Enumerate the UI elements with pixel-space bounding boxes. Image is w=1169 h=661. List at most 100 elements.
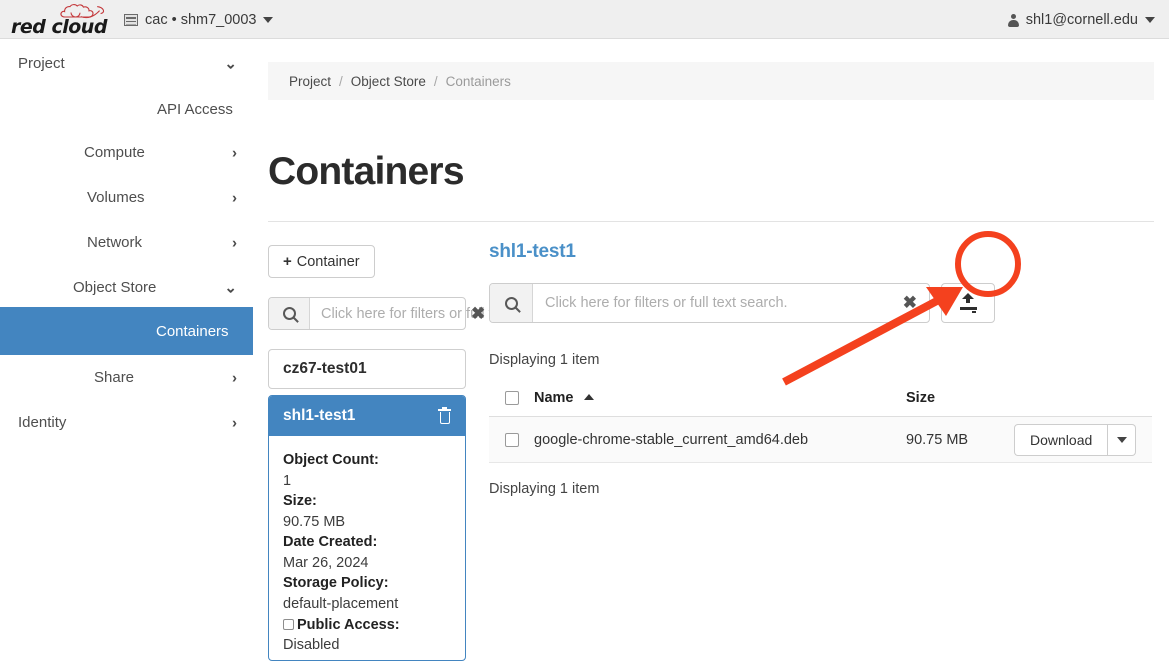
container-filter-search[interactable]: Click here for filters or full text sear…: [268, 297, 564, 330]
row-checkbox[interactable]: [505, 432, 519, 447]
chevron-down-icon: ⌄: [224, 55, 237, 72]
chevron-right-icon: ›: [232, 144, 237, 161]
breadcrumb-item-object-store[interactable]: Object Store: [351, 74, 426, 89]
search-icon: [504, 296, 518, 310]
project-selector[interactable]: cac • shm7_0003: [124, 10, 274, 30]
logo-wordmark: red cloud: [11, 16, 107, 38]
container-card[interactable]: cz67-test01: [268, 349, 466, 389]
sidebar-item-label: Compute: [84, 144, 145, 161]
download-dropdown-toggle[interactable]: [1108, 423, 1137, 456]
object-count-value: 1: [283, 472, 292, 489]
public-access-row: Public Access:: [283, 615, 451, 636]
sidebar-item-network[interactable]: Network ›: [0, 218, 253, 267]
red-cloud-logo[interactable]: red cloud: [9, 3, 109, 38]
sidebar-item-label: Identity: [18, 414, 67, 431]
date-created-label: Date Created:: [283, 534, 378, 551]
sidebar-navigation: Project ⌄ API Access Compute › Volumes ›…: [0, 39, 253, 652]
page-title: Containers: [268, 150, 465, 193]
sidebar-item-label: Containers: [156, 322, 229, 340]
container-card-name: shl1-test1: [283, 407, 356, 424]
sidebar-item-compute[interactable]: Compute ›: [0, 128, 253, 177]
container-card-name[interactable]: cz67-test01: [269, 350, 465, 388]
chevron-right-icon: ›: [232, 234, 237, 251]
column-header-size[interactable]: Size: [906, 390, 1014, 406]
sidebar-item-label: Volumes: [87, 189, 145, 206]
row-select-cell: [489, 432, 534, 447]
container-card-header[interactable]: shl1-test1: [269, 396, 465, 436]
date-created-value: Mar 26, 2024: [283, 554, 369, 571]
object-actions-cell: Download: [1014, 423, 1152, 456]
breadcrumb-item-project[interactable]: Project: [289, 74, 331, 89]
sidebar-item-label: Network: [87, 234, 143, 251]
add-container-label: Container: [296, 253, 360, 270]
public-access-checkbox[interactable]: [283, 618, 294, 630]
sidebar-item-containers[interactable]: Containers: [0, 307, 253, 355]
table-row[interactable]: google-chrome-stable_current_amd64.deb 9…: [489, 417, 1152, 463]
sidebar-item-volumes[interactable]: Volumes ›: [0, 173, 253, 222]
select-all-cell: [489, 390, 534, 405]
public-access-label: Public Access:: [297, 616, 400, 633]
breadcrumb-separator: /: [339, 73, 343, 89]
add-container-button[interactable]: + Container: [268, 245, 375, 278]
search-button[interactable]: [269, 298, 310, 329]
object-search-wrapper: Click here for filters or full text sear…: [489, 283, 1169, 323]
chevron-down-icon: [1145, 17, 1155, 23]
column-header-name[interactable]: Name: [534, 390, 906, 406]
object-size-cell: 90.75 MB: [906, 431, 969, 448]
sidebar-item-project[interactable]: Project ⌄: [0, 39, 253, 88]
caret-up-icon: [583, 393, 594, 400]
object-count-label: Object Count:: [283, 452, 379, 468]
storage-policy-value: default-placement: [283, 596, 399, 613]
column-header-name-label: Name: [534, 389, 574, 406]
chevron-right-icon: ›: [232, 189, 237, 206]
user-email-label: shl1@cornell.edu: [1025, 12, 1138, 28]
chevron-down-icon: [1116, 436, 1127, 443]
search-button[interactable]: [490, 284, 533, 322]
object-name-cell: google-chrome-stable_current_amd64.deb: [534, 431, 809, 448]
upload-icon: [959, 292, 977, 313]
sidebar-item-api-access[interactable]: API Access: [0, 89, 253, 129]
close-icon[interactable]: ✖: [903, 294, 917, 311]
size-label: Size:: [283, 493, 317, 510]
trash-icon[interactable]: [438, 406, 451, 424]
container-card-details: Object Count: 1 Size: 90.75 MB Date Crea…: [269, 436, 465, 656]
sidebar-item-label: Project: [18, 55, 65, 72]
project-selector-label: cac • shm7_0003: [145, 12, 257, 28]
grid-icon: [124, 14, 138, 26]
container-card-selected[interactable]: shl1-test1 Object Count: 1 Size: 90.75 M…: [268, 395, 466, 661]
breadcrumb: Project / Object Store / Containers: [268, 62, 1154, 100]
table-header-row: Name Size: [489, 379, 1152, 417]
person-icon: [1007, 13, 1019, 27]
storage-policy-label: Storage Policy:: [283, 575, 389, 592]
divider: [268, 221, 1154, 222]
select-all-checkbox[interactable]: [505, 390, 519, 405]
sidebar-item-identity[interactable]: Identity ›: [0, 398, 253, 447]
chevron-down-icon: [263, 17, 274, 23]
download-button[interactable]: Download: [1014, 423, 1109, 456]
chevron-right-icon: ›: [232, 369, 237, 386]
chevron-down-icon: ⌄: [224, 279, 237, 296]
download-button-group: Download: [1014, 423, 1137, 456]
objects-table: Name Size google-chrome-stable_current_a…: [489, 379, 1152, 463]
chevron-right-icon: ›: [232, 414, 237, 431]
main-content: Project / Object Store / Containers Cont…: [253, 39, 1169, 661]
search-icon: [282, 307, 296, 320]
object-search-placeholder: Click here for filters or full text sear…: [545, 295, 788, 311]
upload-button[interactable]: [941, 283, 995, 323]
displaying-count-bottom: Displaying 1 item: [489, 481, 600, 497]
breadcrumb-item-containers: Containers: [445, 73, 511, 89]
user-menu[interactable]: shl1@cornell.edu: [1007, 10, 1155, 30]
breadcrumb-separator: /: [433, 73, 438, 89]
sidebar-item-object-store[interactable]: Object Store ⌄: [0, 263, 253, 312]
object-container-title[interactable]: shl1-test1: [489, 241, 576, 263]
close-icon[interactable]: ✖: [471, 305, 485, 322]
size-value: 90.75 MB: [283, 513, 346, 530]
plus-icon: +: [283, 253, 292, 270]
sidebar-item-label: Object Store: [73, 279, 157, 296]
sidebar-item-share[interactable]: Share ›: [0, 353, 253, 402]
object-search-input[interactable]: Click here for filters or full text sear…: [489, 283, 930, 323]
top-header-bar: red cloud cac • shm7_0003 shl1@cornell.e…: [0, 0, 1169, 39]
public-access-value: Disabled: [283, 637, 340, 654]
sidebar-item-label: API Access: [157, 100, 233, 118]
object-toolbar: Click here for filters or full text sear…: [489, 283, 1152, 323]
